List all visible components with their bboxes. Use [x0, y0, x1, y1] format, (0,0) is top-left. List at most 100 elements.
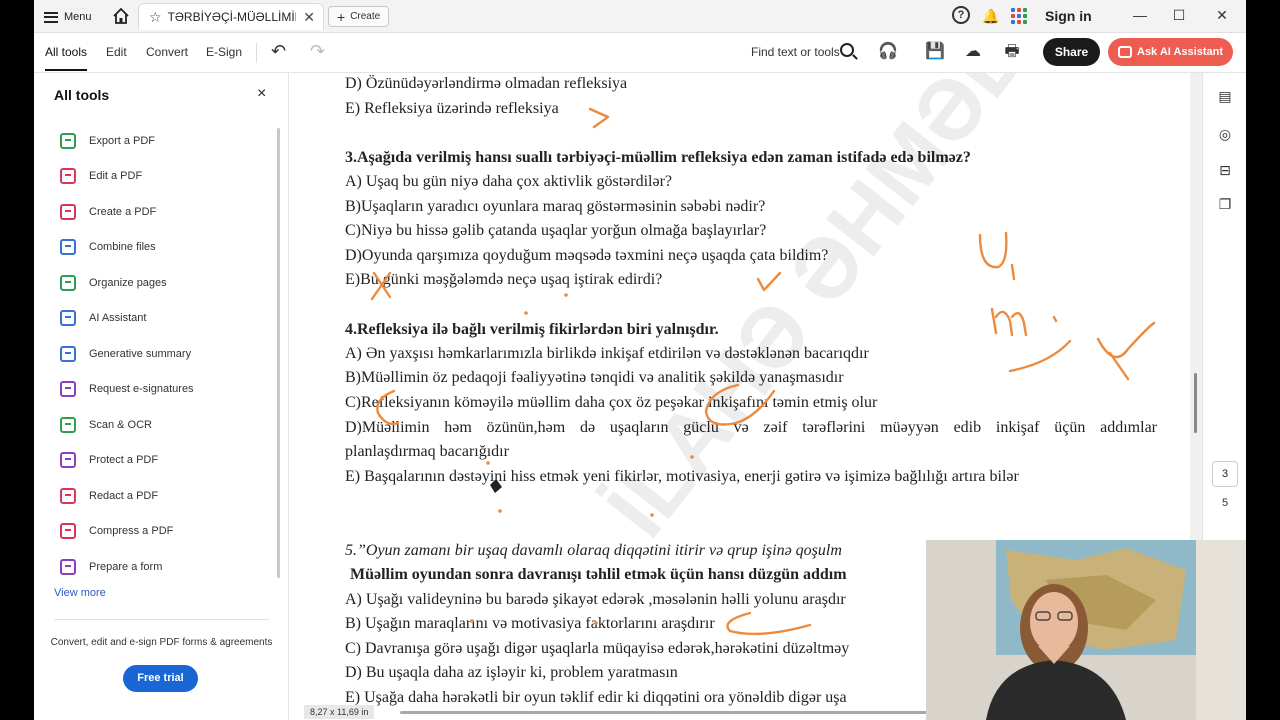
panel-close-icon[interactable]: ×: [257, 85, 266, 103]
tool-item[interactable]: Create a PDF: [60, 201, 156, 223]
tool-item[interactable]: Edit a PDF: [60, 165, 142, 187]
tool-label: Export a PDF: [89, 135, 156, 147]
document-text-line: C) Davranışa görə uşağı digər uşaqlarla …: [345, 640, 850, 657]
tool-item[interactable]: Generative summary: [60, 343, 191, 365]
upload-cloud-icon[interactable]: ☁: [963, 42, 983, 62]
tool-icon: [60, 168, 76, 184]
page-dimensions: 8,27 x 11,69 in: [304, 705, 375, 719]
tool-label: Create a PDF: [89, 206, 157, 218]
tool-item[interactable]: Scan & OCR: [60, 414, 152, 436]
annotation-mark: [588, 107, 610, 129]
document-text-line: 4.Refleksiya ilə bağlı verilmiş fikirlər…: [345, 321, 719, 338]
create-button[interactable]: + Create: [328, 6, 390, 27]
undo-icon[interactable]: ↶: [271, 41, 286, 62]
title-bar: Menu ☆ TƏRBİYƏÇİ-MÜƏLLİMİN... ✕ + Create…: [34, 0, 1246, 33]
ai-summary-icon[interactable]: ▤: [1216, 87, 1234, 105]
tool-icon: [60, 275, 76, 291]
promo-text: Convert, edit and e-sign PDF forms & agr…: [50, 637, 273, 648]
pages-icon[interactable]: ❐: [1216, 195, 1234, 213]
tool-item[interactable]: Compress a PDF: [60, 520, 173, 542]
tool-label: Redact a PDF: [89, 490, 159, 502]
tool-icon: [60, 133, 76, 149]
tool-icon: [60, 204, 76, 220]
annotation-letter-k: [1096, 321, 1156, 381]
ask-ai-assistant-button[interactable]: Ask AI Assistant: [1108, 38, 1233, 66]
document-tab[interactable]: ☆ TƏRBİYƏÇİ-MÜƏLLİMİN... ✕: [138, 3, 324, 30]
star-icon[interactable]: ☆: [149, 9, 162, 26]
save-icon[interactable]: 💾: [925, 42, 945, 62]
tool-icon: [60, 559, 76, 575]
read-aloud-icon[interactable]: 🎧: [878, 42, 898, 62]
panel-scrollbar[interactable]: [277, 128, 280, 578]
tab-close-icon[interactable]: ✕: [303, 9, 315, 26]
help-icon[interactable]: ?: [952, 6, 970, 24]
tool-icon: [60, 310, 76, 326]
print-icon[interactable]: 🖶: [1002, 42, 1022, 62]
current-page-number[interactable]: 3: [1212, 461, 1238, 487]
tool-item[interactable]: Prepare a form: [60, 556, 162, 578]
view-more-link[interactable]: View more: [54, 587, 106, 599]
create-label: Create: [350, 11, 381, 22]
ai-assistant-icon: [1118, 46, 1132, 58]
tool-label: Prepare a form: [89, 561, 163, 573]
tool-item[interactable]: Combine files: [60, 236, 156, 258]
document-text-line: Müəllim oyundan sonra davranışı təhlil e…: [350, 566, 847, 583]
tool-label: Generative summary: [89, 348, 192, 360]
tab-title: TƏRBİYƏÇİ-MÜƏLLİMİN...: [167, 10, 296, 24]
menu-label: Menu: [64, 11, 92, 23]
annotation-letter-u: [978, 231, 1016, 281]
panel-title: All tools: [54, 87, 110, 103]
tab-all-tools[interactable]: All tools: [45, 45, 88, 71]
tab-edit[interactable]: Edit: [106, 45, 127, 59]
sign-in-link[interactable]: Sign in: [1045, 6, 1092, 26]
free-trial-button[interactable]: Free trial: [123, 665, 198, 692]
document-text-line: E)Bu günki məşğələmdə neçə uşaq iştirak …: [345, 271, 663, 288]
tool-icon: [60, 346, 76, 362]
tool-item[interactable]: Export a PDF: [60, 130, 155, 152]
document-text-line: D) Özünüdəyərləndirmə olmadan refleksiya: [345, 75, 628, 92]
panel-divider: [54, 619, 269, 620]
annotation-check: [756, 271, 782, 292]
tool-label: Protect a PDF: [89, 454, 159, 466]
document-text-line: D)Oyunda qarşımıza qoyduğum məqsədə təxm…: [345, 247, 829, 264]
close-window-button[interactable]: ✕: [1210, 5, 1234, 25]
tool-label: Organize pages: [89, 277, 167, 289]
document-vertical-scrollbar[interactable]: [1194, 373, 1197, 433]
total-pages: 5: [1221, 497, 1229, 509]
notification-bell-icon[interactable]: 🔔: [982, 6, 999, 26]
tool-item[interactable]: Request e-signatures: [60, 378, 194, 400]
tab-convert[interactable]: Convert: [146, 45, 188, 59]
all-tools-panel: All tools × Export a PDF Edit a PDF Create…: [34, 73, 289, 720]
minimize-button[interactable]: —: [1128, 5, 1152, 25]
tab-e-sign[interactable]: E-Sign: [206, 45, 242, 59]
tool-icon: [60, 239, 76, 255]
plus-icon: +: [337, 8, 346, 25]
maximize-button[interactable]: ☐: [1167, 5, 1191, 25]
tool-item[interactable]: AI Assistant: [60, 307, 146, 329]
tool-icon: [60, 523, 76, 539]
tool-item[interactable]: Organize pages: [60, 272, 167, 294]
redo-icon[interactable]: ↷: [310, 41, 325, 62]
search-icon[interactable]: [840, 43, 854, 57]
bookmark-icon[interactable]: ⊟: [1216, 161, 1234, 179]
share-button[interactable]: Share: [1043, 38, 1100, 66]
tool-label: Edit a PDF: [89, 170, 143, 182]
home-icon[interactable]: [112, 7, 130, 25]
comment-icon[interactable]: ◎: [1216, 125, 1234, 143]
webcam-overlay: [926, 540, 1246, 720]
tool-icon: [60, 381, 76, 397]
hamburger-icon: [44, 11, 58, 23]
document-text-line: A) Ən yaxşısı həmkarlarımızla birlikdə i…: [345, 345, 869, 362]
presenter-video: [926, 540, 1246, 720]
find-text-button[interactable]: Find text or tools: [751, 45, 840, 59]
document-text-line: C)Niyə bu hissə gəlib çatanda uşaqlar yo…: [345, 222, 767, 239]
document-horizontal-scrollbar[interactable]: [400, 711, 940, 714]
tool-item[interactable]: Protect a PDF: [60, 449, 158, 471]
apps-grid-icon[interactable]: [1011, 8, 1027, 24]
tool-label: Request e-signatures: [89, 383, 194, 395]
menu-button[interactable]: Menu: [44, 7, 92, 27]
document-text-line: C)Refleksiyanın köməyilə müəllim daha ço…: [345, 394, 878, 411]
tool-label: Compress a PDF: [89, 525, 174, 537]
tool-item[interactable]: Redact a PDF: [60, 485, 158, 507]
document-text-line: A) Uşaq bu gün niyə daha çox aktivlik gö…: [345, 173, 673, 190]
